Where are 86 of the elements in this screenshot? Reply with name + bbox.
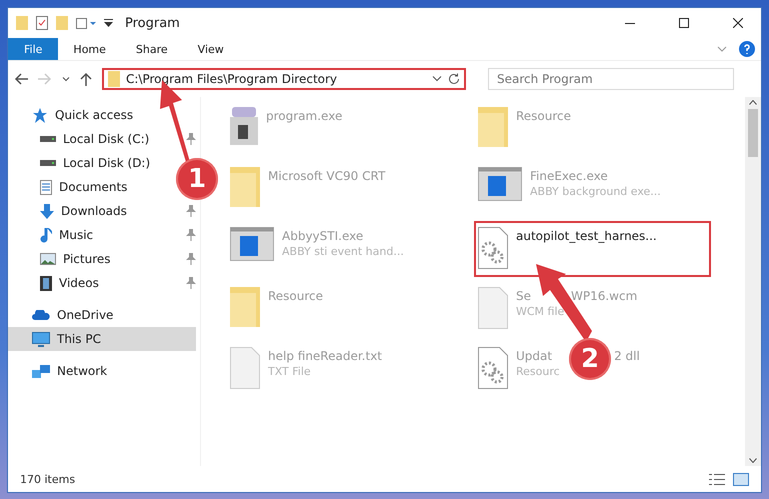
new-folder-icon	[56, 16, 68, 30]
file-description: Resourc	[516, 365, 561, 378]
ribbon-tab[interactable]: View	[182, 38, 239, 60]
pin-icon[interactable]	[186, 229, 196, 241]
monitor-icon	[32, 332, 50, 346]
file-name: Resource	[268, 289, 324, 303]
sidebar-item[interactable]: Quick access	[8, 103, 138, 127]
file-name: program.exe	[266, 109, 342, 123]
film-icon	[40, 276, 52, 290]
minimize-icon	[625, 22, 635, 24]
sidebar-item[interactable]: Network	[8, 359, 112, 383]
forward-icon	[38, 73, 52, 85]
folder-icon	[478, 107, 508, 147]
folder-icon	[230, 287, 260, 327]
sidebar-item[interactable]: Pictures	[8, 247, 115, 271]
file-description: WCM file	[516, 305, 566, 318]
file-name: 2 dll	[614, 349, 640, 363]
ribbon-tab[interactable]: Share	[120, 38, 183, 60]
file-description: TXT File	[268, 365, 312, 378]
scrollbar-thumb[interactable]	[748, 109, 758, 157]
sidebar-item[interactable]: Videos	[8, 271, 103, 295]
cloud-icon	[32, 310, 50, 320]
folder-icon	[108, 71, 120, 87]
maximize-icon	[679, 18, 689, 28]
details-view-icon	[709, 474, 725, 484]
file-name: WP16.wcm	[571, 289, 638, 303]
program-window-icon	[230, 227, 274, 261]
close-icon	[733, 18, 743, 28]
search-field[interactable]: Search Program	[488, 68, 734, 90]
document-icon	[40, 180, 52, 194]
highlighted-file-item[interactable]: autopilot_test_harnes...	[474, 221, 711, 277]
pictures-icon	[40, 253, 56, 265]
dropdown-caret-icon	[432, 76, 442, 82]
file-name: Updat	[516, 349, 552, 363]
blank-file-icon	[230, 347, 260, 389]
sidebar-item[interactable]: Music	[8, 223, 98, 247]
address-bar[interactable]: C:\Program Files\Program Directory	[102, 68, 466, 90]
folder-icon	[16, 16, 28, 30]
download-icon	[40, 204, 54, 218]
star-icon	[32, 108, 48, 122]
sidebar-item[interactable]: Local Disk (C:)	[8, 127, 154, 151]
blank-file-icon	[478, 287, 508, 329]
pin-icon[interactable]	[186, 277, 196, 289]
gears-file-icon	[478, 227, 508, 269]
sidebar-item[interactable]: Documents	[8, 175, 132, 199]
large-icons-view-icon	[733, 472, 749, 486]
drive-icon	[40, 136, 56, 142]
layout-dropdown-icon	[76, 18, 96, 28]
music-icon	[40, 228, 52, 242]
sidebar-item[interactable]: This PC	[8, 327, 196, 351]
up-arrow-icon	[80, 72, 92, 86]
sidebar-item[interactable]: OneDrive	[8, 303, 118, 327]
drive-icon	[40, 160, 56, 166]
refresh-icon	[448, 73, 460, 85]
scroll-up-icon	[749, 100, 757, 105]
help-icon	[739, 41, 755, 57]
scrollbar[interactable]	[745, 97, 761, 466]
network-icon	[32, 364, 50, 378]
expand-ribbon-icon	[717, 46, 727, 52]
file-name: Microsoft VC90 CRT	[268, 169, 386, 183]
file-name: AbbyySTI.exe	[282, 229, 364, 243]
file-name: autopilot_test_harnes...	[516, 229, 657, 243]
customize-caret-icon	[104, 19, 113, 27]
pin-icon[interactable]	[186, 205, 196, 217]
file-description: ABBY sti event hand...	[282, 245, 404, 258]
window-title: Program	[125, 16, 181, 30]
back-icon	[14, 73, 28, 85]
sidebar-item[interactable]: Local Disk (D:)	[8, 151, 154, 175]
scroll-down-icon	[749, 458, 757, 463]
ribbon-tab[interactable]: File	[8, 38, 58, 60]
file-name: Resource	[516, 109, 572, 123]
file-name: help fineReader.txt	[268, 349, 382, 363]
properties-icon	[36, 16, 48, 30]
sidebar-item[interactable]: Downloads	[8, 199, 131, 223]
ribbon-tab[interactable]: Home	[58, 38, 121, 60]
pin-icon[interactable]	[186, 133, 196, 145]
item-count: 170 items	[20, 472, 76, 486]
file-description: ABBY background exe...	[530, 185, 661, 198]
folder-icon	[230, 167, 260, 207]
file-name: FineExec.exe	[530, 169, 608, 183]
pin-icon[interactable]	[186, 253, 196, 265]
recent-caret-icon	[62, 76, 70, 82]
installer-icon	[230, 107, 258, 145]
file-name: Se	[516, 289, 531, 303]
gears-file-icon	[478, 347, 508, 389]
program-window-icon	[478, 167, 522, 201]
